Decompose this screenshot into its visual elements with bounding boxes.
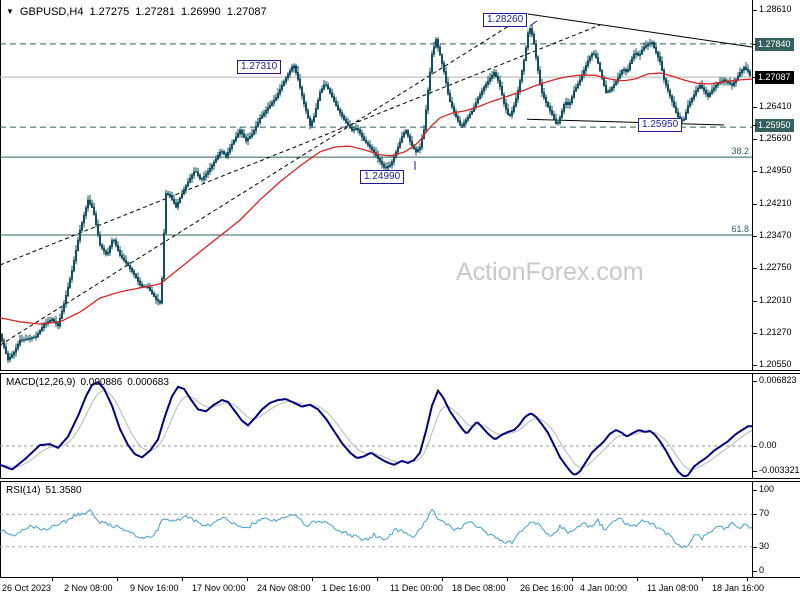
axis-tick xyxy=(753,236,757,237)
axis-tick xyxy=(753,204,757,205)
x-axis-tick xyxy=(702,578,703,581)
x-axis-tick xyxy=(747,578,748,581)
macd-chart-canvas[interactable] xyxy=(0,375,753,478)
x-axis-tick xyxy=(52,578,53,581)
candlestick-series xyxy=(1,24,751,364)
rsi-name: RSI(14) xyxy=(6,485,41,496)
callout-connector xyxy=(529,20,538,27)
axis-tick xyxy=(753,571,757,572)
rsi-chart-canvas[interactable] xyxy=(0,483,753,576)
axis-tick xyxy=(753,471,757,472)
trendline-rising-channel-dashed[interactable] xyxy=(0,24,601,266)
macd-axis-label: 0.006823 xyxy=(759,375,797,385)
rsi-axis-label: 0 xyxy=(759,565,765,575)
price-axis-label: 1.21270 xyxy=(759,327,792,337)
x-axis-tick xyxy=(442,578,443,581)
price-axis-label: 1.23470 xyxy=(759,230,792,240)
fib-label: 38.2 xyxy=(731,146,749,156)
fib-label: 61.8 xyxy=(731,224,749,234)
x-axis-date-label: 1 Dec 16:00 xyxy=(322,583,371,593)
axis-tick xyxy=(753,514,757,515)
x-axis-date-label: 17 Nov 00:00 xyxy=(192,583,246,593)
axis-tick xyxy=(753,77,757,78)
price-callout-swing-high[interactable]: 1.27310 xyxy=(237,60,282,74)
price-axis-label: 1.25950 xyxy=(755,119,794,132)
x-axis-tick xyxy=(637,578,638,581)
rsi-axis-label: 70 xyxy=(759,508,770,518)
x-axis-date-label: 18 Jan 16:00 xyxy=(712,583,765,593)
price-axis-label: 1.26410 xyxy=(759,101,792,111)
x-axis-date-label: 4 Jan 00:00 xyxy=(580,583,628,593)
axis-tick xyxy=(753,365,757,366)
axis-tick xyxy=(753,44,757,45)
price-axis-label: 1.22750 xyxy=(759,262,792,272)
price-axis-label: 1.25690 xyxy=(759,133,792,143)
x-axis-date-label: 18 Dec 08:00 xyxy=(452,583,506,593)
axis-tick xyxy=(753,301,757,302)
ohlc-high: 1.27281 xyxy=(135,6,176,18)
chart-title: ▼ GBPUSD,H4 1.27275 1.27281 1.26990 1.27087 xyxy=(6,6,267,18)
x-axis-tick xyxy=(182,578,183,581)
price-callout-high[interactable]: 1.28260 xyxy=(483,13,528,27)
price-callout-swing-low[interactable]: 1.24990 xyxy=(360,170,405,184)
rsi-line xyxy=(0,508,753,549)
macd-value-main: 0.000886 xyxy=(80,377,123,388)
axis-tick xyxy=(753,490,757,491)
x-axis-tick xyxy=(247,578,248,581)
macd-axis-label: -0.003321 xyxy=(759,465,800,475)
x-axis-tick xyxy=(507,578,508,581)
x-axis-date-label: 26 Oct 2023 xyxy=(2,583,52,593)
symbol-dropdown-icon[interactable]: ▼ xyxy=(6,7,14,16)
actionforex-watermark: ActionForex.com xyxy=(456,258,644,286)
macd-main-line xyxy=(0,380,752,477)
axis-tick xyxy=(753,333,757,334)
ohlc-low: 1.26990 xyxy=(181,6,221,18)
price-axis-label: 1.20550 xyxy=(759,359,792,369)
x-axis-date-label: 24 Nov 08:00 xyxy=(257,583,311,593)
macd-title: MACD(12,26,9) 0.000886 0.000683 xyxy=(6,377,169,388)
axis-tick xyxy=(753,125,757,126)
x-axis-tick xyxy=(572,578,573,581)
rsi-title: RSI(14) 51.3580 xyxy=(6,485,82,496)
symbol-period-label: GBPUSD,H4 xyxy=(19,6,84,18)
price-axis-label: 1.28610 xyxy=(759,4,792,14)
rsi-axis-label: 30 xyxy=(759,541,770,551)
x-axis-date-label: 11 Dec 00:00 xyxy=(390,583,443,593)
x-axis-date-label: 9 Nov 16:00 xyxy=(130,583,179,593)
mt4-chart-window: 38.2 61.8 ▼ GBPUSD,H4 1.27275 1.27281 1.26990… xyxy=(0,0,800,600)
trendline-falling-resistance[interactable] xyxy=(527,13,753,48)
x-axis-tick xyxy=(117,578,118,581)
rsi-value: 51.3580 xyxy=(45,485,82,496)
macd-axis-label: 0.00 xyxy=(759,440,777,450)
axis-tick xyxy=(753,107,757,108)
axis-tick xyxy=(753,10,757,11)
macd-value-signal: 0.000683 xyxy=(127,377,169,388)
axis-tick xyxy=(753,139,757,140)
price-axis-label: 1.24210 xyxy=(759,198,792,208)
x-axis-tick xyxy=(312,578,313,581)
axis-tick xyxy=(753,381,757,382)
axis-tick xyxy=(753,171,757,172)
price-chart-canvas[interactable]: 38.2 61.8 xyxy=(0,0,753,371)
x-axis-date-label: 26 Dec 16:00 xyxy=(520,583,574,593)
price-axis-label: 1.22010 xyxy=(759,295,792,305)
price-axis-label: 1.27840 xyxy=(755,38,794,51)
time-axis-separator xyxy=(0,577,800,578)
price-callout-support[interactable]: 1.25950 xyxy=(638,118,683,132)
ohlc-open: 1.27275 xyxy=(89,6,130,18)
axis-tick xyxy=(753,268,757,269)
panel-splitter-macd-rsi[interactable] xyxy=(0,478,800,482)
ohlc-close: 1.27087 xyxy=(226,6,267,18)
price-axis-last-price: 1.27087 xyxy=(755,71,794,84)
axis-tick xyxy=(753,446,757,447)
x-axis-date-label: 11 Jan 08:00 xyxy=(647,583,699,593)
panel-splitter-price-macd[interactable] xyxy=(0,370,800,374)
macd-name: MACD(12,26,9) xyxy=(6,377,76,388)
x-axis-tick xyxy=(377,578,378,581)
rsi-axis-label: 100 xyxy=(759,484,775,494)
axis-tick xyxy=(753,547,757,548)
price-axis-label: 1.24950 xyxy=(759,165,792,175)
x-axis-date-label: 2 Nov 08:00 xyxy=(64,583,113,593)
value-axis-column[interactable]: 1.28610 1.27840 1.27087 1.26410 1.25950 1.256… xyxy=(753,0,800,600)
